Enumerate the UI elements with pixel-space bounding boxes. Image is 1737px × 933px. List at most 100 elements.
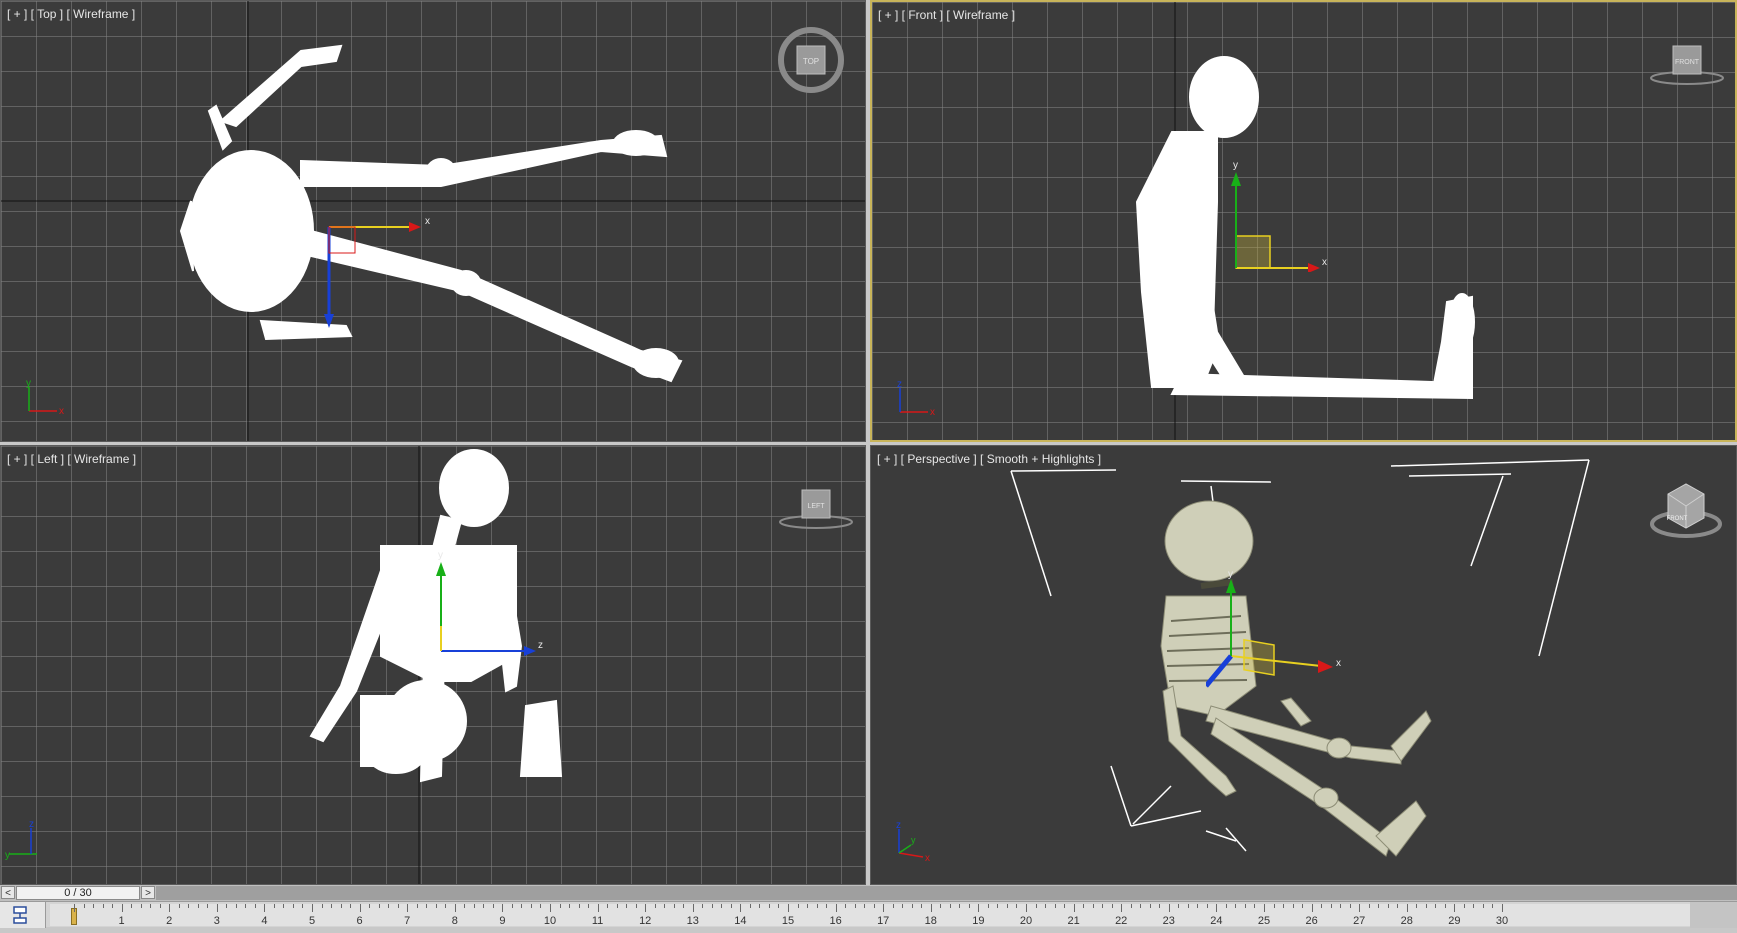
viewcube-top[interactable]: TOP (776, 23, 846, 95)
frame-minor-tick (1492, 904, 1494, 908)
frame-minor-tick (616, 904, 618, 908)
frame-minor-tick (1444, 904, 1446, 908)
svg-text:y: y (1233, 160, 1238, 171)
frame-label: 8 (451, 915, 458, 927)
frame-minor-tick (1378, 904, 1380, 908)
transform-gizmo[interactable]: y z (426, 536, 556, 666)
track-bar[interactable]: 1 2 3 4 5 6 7 8 9 10 11 12 13 14 15 16 17 18 19 20 21 22 23 24 2… (50, 904, 1690, 927)
axis-tripod-perspective: x z y (896, 821, 930, 863)
frame-minor-tick (987, 904, 989, 908)
frame-label: 16 (829, 915, 842, 927)
frame-minor-tick (1235, 904, 1237, 908)
viewcube-left[interactable]: LEFT (776, 484, 856, 532)
frame-label: 27 (1353, 915, 1366, 927)
time-slider[interactable]: 0 / 30 (16, 886, 140, 900)
frame-minor-tick (997, 904, 999, 908)
frame-minor-tick (445, 904, 447, 908)
frame-minor-tick (1206, 904, 1208, 908)
frame-tick (1073, 904, 1075, 912)
frame-minor-tick (569, 904, 571, 908)
frame-minor-tick (1083, 904, 1085, 908)
frame-minor-tick (1254, 904, 1256, 908)
viewport-perspective[interactable]: [ + ] [ Perspective ] [ Smooth + Highlig… (870, 445, 1737, 885)
viewport-left[interactable]: [ + ] [ Left ] [ Wireframe ] y z LEFT y (0, 445, 866, 885)
frame-tick (883, 904, 885, 912)
svg-text:y: y (26, 379, 31, 389)
frame-tick (835, 904, 837, 912)
viewport-label-front[interactable]: [ + ] [ Front ] [ Wireframe ] (878, 8, 1015, 22)
frame-tick (788, 904, 789, 912)
viewcube-top-label: TOP (803, 57, 819, 66)
transform-gizmo[interactable]: x (321, 211, 431, 341)
next-frame-button[interactable]: > (141, 886, 155, 899)
track-bar-end (1690, 902, 1737, 928)
frame-minor-tick (388, 904, 390, 908)
skeleton-top-wireframe[interactable] (1, 1, 866, 442)
svg-text:y: y (438, 550, 443, 561)
frame-label: 26 (1305, 915, 1318, 927)
frame-label: 30 (1495, 915, 1509, 927)
axis-tripod-front: x z (897, 380, 935, 418)
frame-minor-tick (949, 904, 951, 908)
viewcube-perspective[interactable]: FRONT (1646, 476, 1726, 541)
frame-minor-tick (1006, 904, 1008, 908)
frame-minor-tick (864, 904, 866, 908)
frame-minor-tick (730, 904, 732, 908)
frame-minor-tick (254, 904, 256, 908)
frame-minor-tick (340, 904, 342, 908)
frame-label: 18 (924, 915, 937, 927)
svg-text:x: x (1322, 257, 1327, 268)
viewport-label-left[interactable]: [ + ] [ Left ] [ Wireframe ] (7, 452, 136, 466)
frame-tick (1168, 904, 1170, 912)
frame-tick (359, 904, 361, 912)
frame-minor-tick (1149, 904, 1151, 908)
frame-minor-tick (150, 904, 152, 908)
frame-minor-tick (968, 904, 970, 908)
frame-minor-tick (1140, 904, 1142, 908)
viewcube-front[interactable]: FRONT (1647, 40, 1727, 88)
frame-minor-tick (1435, 904, 1437, 908)
frame-minor-tick (683, 904, 685, 908)
frame-minor-tick (1463, 904, 1465, 908)
frame-minor-tick (959, 904, 961, 908)
frame-tick (692, 904, 694, 912)
frame-minor-tick (578, 904, 580, 908)
viewport-top[interactable]: [ + ] [ Top ] [ Wireframe ] x TOP x y (0, 0, 866, 442)
svg-text:x: x (59, 406, 64, 417)
frame-tick (1454, 904, 1456, 912)
viewport-front[interactable]: [ + ] [ Front ] [ Wireframe ] x y FRONT … (870, 0, 1737, 442)
viewport-label-perspective[interactable]: [ + ] [ Perspective ] [ Smooth + Highlig… (877, 452, 1101, 466)
frame-minor-tick (131, 904, 133, 908)
frame-minor-tick (807, 904, 809, 908)
svg-text:z: z (29, 819, 34, 830)
svg-text:y: y (5, 850, 10, 861)
frame-minor-tick (1054, 904, 1056, 908)
frame-minor-tick (140, 904, 142, 908)
prev-frame-button[interactable]: < (1, 886, 15, 899)
viewport-label-top[interactable]: [ + ] [ Top ] [ Wireframe ] (7, 7, 135, 21)
time-slider-track[interactable] (156, 886, 1737, 900)
transform-gizmo[interactable]: x y (1222, 152, 1332, 272)
frame-tick (550, 904, 551, 912)
frame-minor-tick (778, 904, 780, 908)
frame-minor-tick (673, 904, 675, 908)
transform-gizmo[interactable]: x y (1206, 571, 1346, 691)
frame-tick (502, 904, 504, 912)
frame-tick (1216, 904, 1218, 912)
frame-minor-tick (1035, 904, 1037, 908)
gizmo-x-label: x (425, 216, 430, 227)
frame-minor-tick (1397, 904, 1399, 908)
frame-minor-tick (530, 904, 532, 908)
frame-minor-tick (369, 904, 371, 908)
frame-minor-tick (245, 904, 247, 908)
frame-minor-tick (93, 904, 95, 908)
frame-tick (1121, 904, 1123, 912)
filter-icon (13, 906, 27, 924)
frame-minor-tick (178, 904, 180, 908)
frame-minor-tick (102, 904, 104, 908)
frame-tick (1502, 904, 1503, 912)
track-filter-button[interactable] (0, 902, 46, 928)
frame-minor-tick (721, 904, 723, 908)
viewcube-perspective-label: FRONT (1667, 516, 1688, 522)
frame-minor-tick (1416, 904, 1418, 908)
